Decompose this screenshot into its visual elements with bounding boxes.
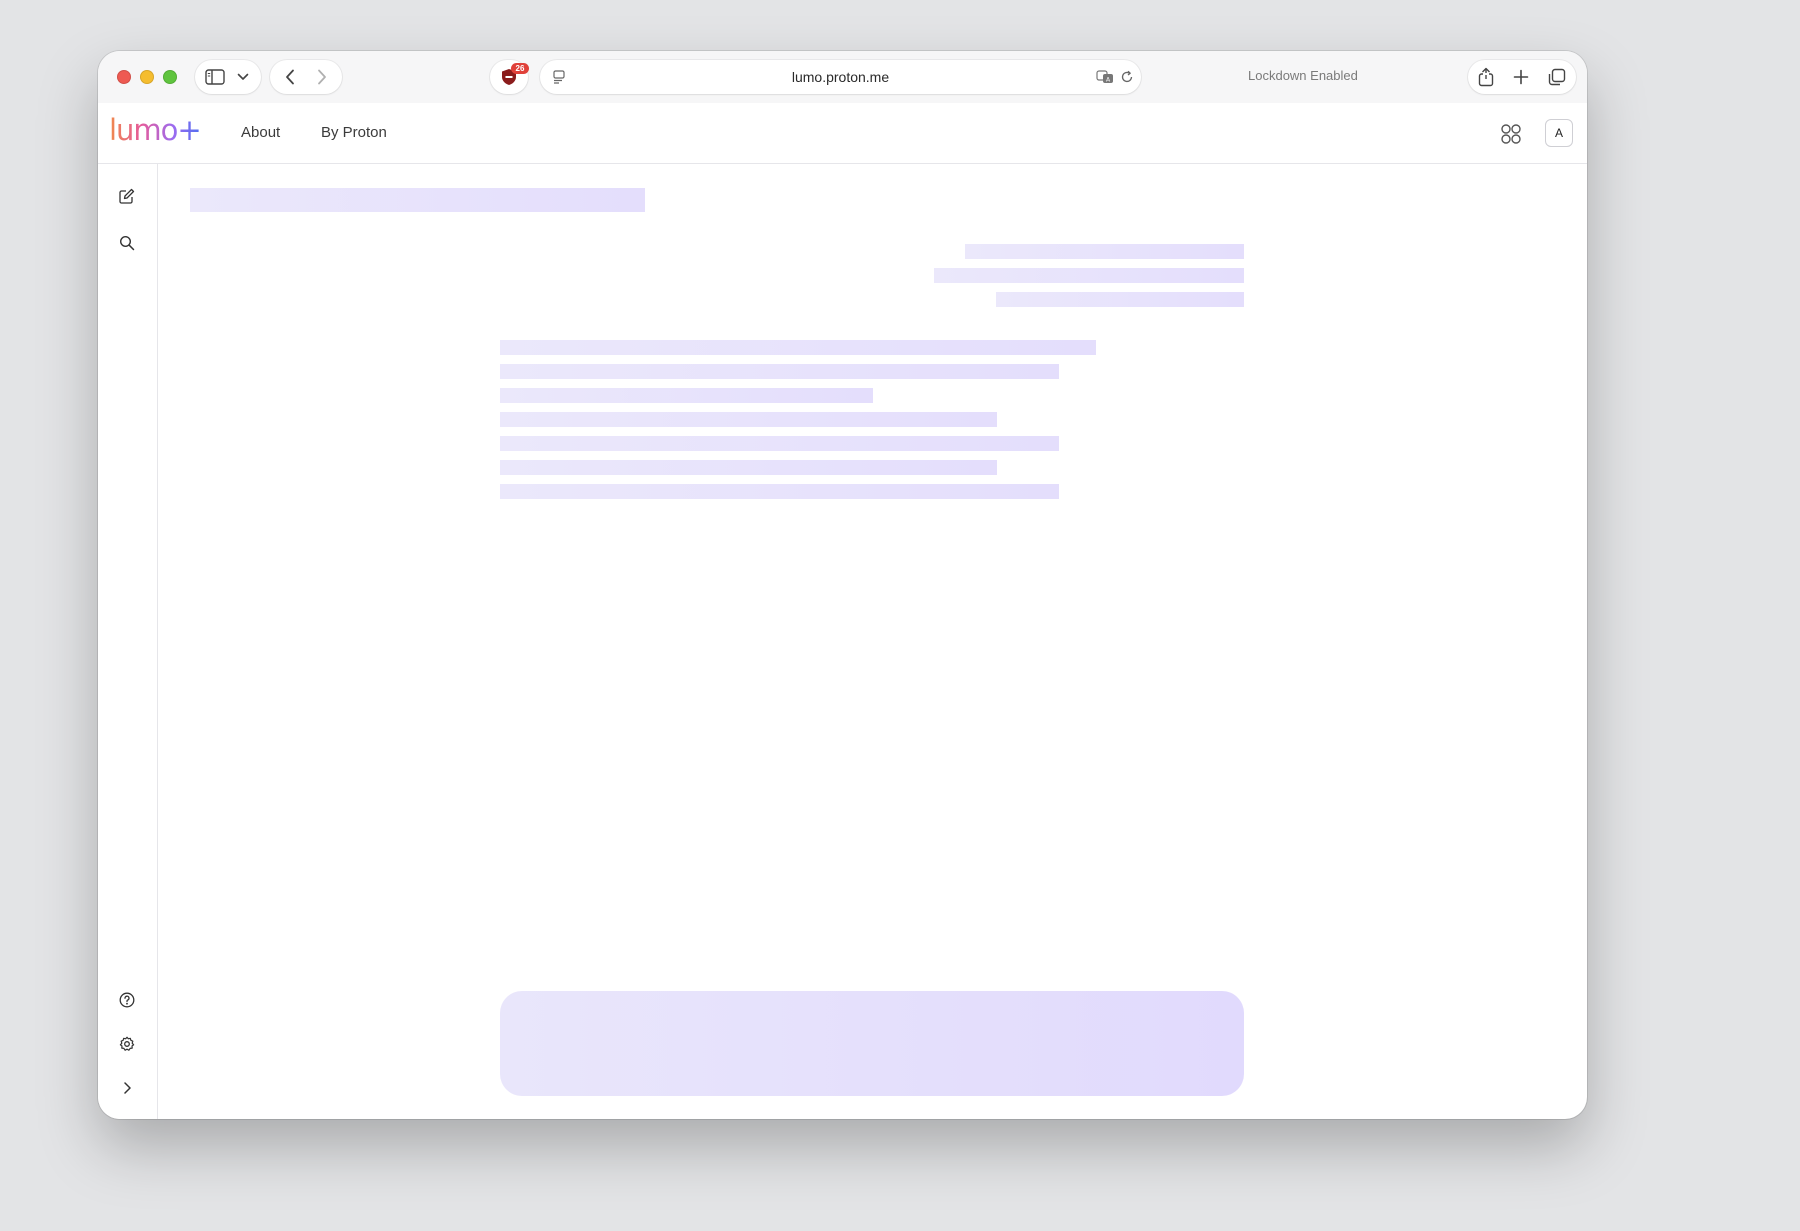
response-skeleton-line [500, 388, 873, 403]
browser-toolbar: 26 lumo.proton.me A Lockdown Enabled [98, 51, 1587, 103]
response-skeleton-line [500, 340, 1096, 355]
new-tab-icon[interactable] [1512, 68, 1530, 86]
reload-icon[interactable] [1120, 70, 1134, 84]
response-skeleton-line [500, 412, 997, 427]
chevron-down-icon[interactable] [236, 70, 250, 84]
expand-sidebar-icon[interactable] [117, 1078, 137, 1098]
zoom-window-button[interactable] [163, 70, 177, 84]
nav-link-by-proton[interactable]: By Proton [321, 124, 387, 141]
lumo-logo[interactable]: lumo+ [109, 113, 202, 147]
response-skeleton-line [500, 460, 997, 475]
left-rail [98, 164, 158, 1119]
extension-badge: 26 [511, 63, 529, 74]
nav-link-about[interactable]: About [241, 124, 280, 141]
settings-icon[interactable] [117, 1034, 137, 1054]
title-skeleton [190, 188, 645, 212]
help-icon[interactable] [117, 990, 137, 1010]
response-skeleton-line [500, 436, 1059, 451]
search-icon[interactable] [117, 233, 137, 253]
composer-skeleton [500, 991, 1244, 1096]
share-icon[interactable] [1476, 67, 1496, 87]
browser-window: 26 lumo.proton.me A Lockdown Enabled lum… [98, 51, 1587, 1119]
sidebar-toggle-group [195, 60, 261, 94]
minimize-window-button[interactable] [140, 70, 154, 84]
close-window-button[interactable] [117, 70, 131, 84]
sidebar-icon[interactable] [204, 68, 226, 86]
lockdown-status: Lockdown Enabled [1248, 68, 1358, 83]
response-skeleton-line [500, 484, 1059, 499]
app-header: lumo+ About By Proton A [98, 103, 1587, 164]
user-message-skeleton-line [965, 244, 1244, 259]
user-avatar-button[interactable]: A [1545, 119, 1573, 147]
response-skeleton-line [500, 364, 1059, 379]
new-chat-icon[interactable] [117, 186, 137, 206]
window-actions-group [1468, 60, 1576, 94]
user-message-skeleton-line [934, 268, 1244, 283]
translate-icon[interactable]: A [1096, 69, 1114, 85]
user-message-skeleton-line [996, 292, 1244, 307]
back-icon[interactable] [282, 69, 298, 85]
privacy-extension-button[interactable]: 26 [490, 60, 529, 94]
tabs-overview-icon[interactable] [1547, 67, 1567, 87]
forward-icon[interactable] [314, 69, 330, 85]
url-text: lumo.proton.me [791, 69, 890, 85]
history-nav-group [270, 60, 342, 94]
address-bar[interactable]: lumo.proton.me A [540, 60, 1141, 94]
apps-grid-icon[interactable] [1500, 123, 1524, 147]
